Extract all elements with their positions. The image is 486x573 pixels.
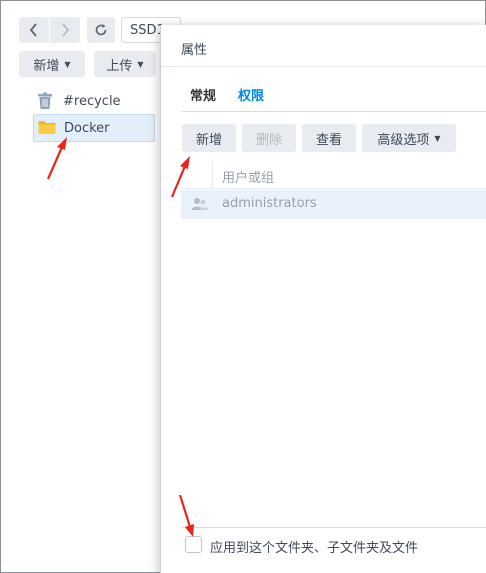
column-header-user-or-group[interactable]: 用户或组: [222, 167, 274, 186]
caret-down-icon: ▼: [137, 59, 144, 69]
advanced-options-label: 高级选项: [377, 132, 430, 148]
divider: [161, 66, 486, 67]
tree-item-label: Docker: [64, 120, 110, 136]
divider: [181, 111, 486, 112]
tree-item-label: #recycle: [63, 93, 121, 109]
divider: [181, 527, 486, 528]
upload-button[interactable]: 上传 ▼: [94, 51, 156, 77]
tab-general[interactable]: 常规: [190, 85, 216, 104]
create-button[interactable]: 新增 ▼: [19, 51, 85, 77]
create-button-label: 新增: [33, 58, 60, 74]
chevron-right-icon: [62, 23, 70, 37]
table-row[interactable]: administrators: [181, 190, 486, 219]
properties-dialog: 属性 常规 权限 新增 删除 查看 高级选项 ▼ 用户或组 administrat…: [160, 25, 486, 573]
column-separator: [212, 161, 213, 188]
apply-recursive-label[interactable]: 应用到这个文件夹、子文件夹及文件: [210, 537, 418, 556]
table-header: 用户或组: [181, 161, 486, 189]
dialog-title: 属性: [181, 43, 208, 58]
forward-button[interactable]: [50, 17, 80, 43]
back-button[interactable]: [19, 17, 49, 43]
upload-button-label: 上传: [106, 58, 133, 74]
apply-recursive-checkbox[interactable]: [185, 536, 202, 553]
advanced-options-button[interactable]: 高级选项 ▼: [362, 124, 456, 152]
tab-permission[interactable]: 权限: [238, 85, 264, 104]
refresh-button[interactable]: [87, 17, 115, 43]
caret-down-icon: ▼: [434, 133, 441, 143]
permission-view-button[interactable]: 查看: [302, 124, 356, 152]
permission-create-button[interactable]: 新增: [182, 124, 236, 152]
permission-delete-button[interactable]: 删除: [242, 124, 296, 152]
chevron-left-icon: [29, 23, 37, 37]
tree-item-docker[interactable]: Docker: [33, 114, 155, 142]
caret-down-icon: ▼: [64, 59, 71, 69]
row-name: administrators: [222, 196, 317, 211]
folder-icon: [38, 119, 56, 137]
refresh-icon: [95, 24, 107, 36]
trash-icon: [37, 92, 55, 110]
tree-item-recycle[interactable]: #recycle: [33, 87, 155, 115]
group-icon: [191, 197, 209, 215]
